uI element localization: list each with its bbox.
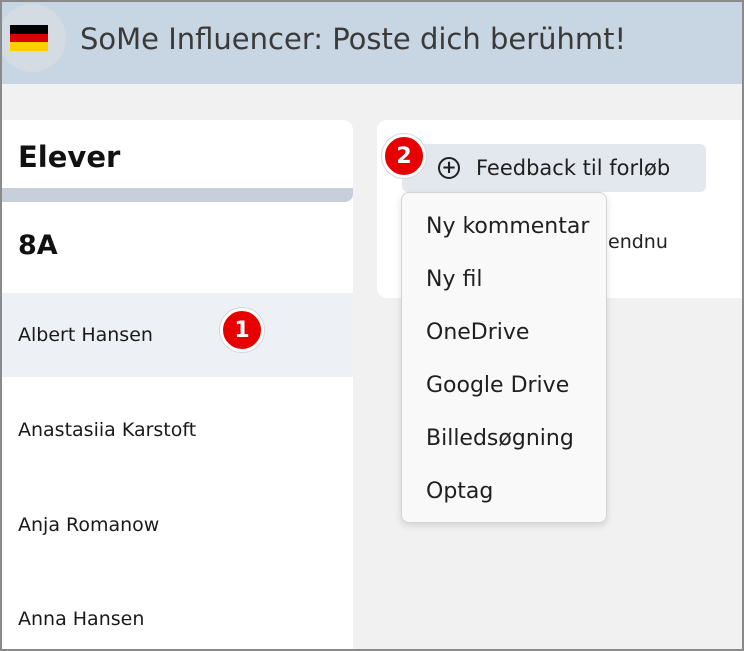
step-badge-1: 1 [220, 308, 264, 352]
plus-circle-icon: + [438, 157, 460, 179]
student-name: Anastasiia Karstoft [18, 419, 197, 441]
student-item-anna-hansen[interactable]: Anna Hansen [0, 577, 353, 651]
student-name: Albert Hansen [18, 324, 153, 346]
class-label: 8A [18, 230, 58, 261]
feedback-button-label: Feedback til forløb [476, 156, 671, 180]
student-name: Anja Romanow [18, 514, 160, 536]
language-flag-button[interactable] [0, 4, 66, 72]
menu-item-google-drive[interactable]: Google Drive [426, 373, 569, 398]
student-item-anastasiia-karstoft[interactable]: Anastasiia Karstoft [0, 388, 353, 472]
students-panel-title: Elever [18, 140, 121, 174]
step-badge-2: 2 [382, 134, 426, 178]
menu-item-record[interactable]: Optag [426, 479, 493, 504]
germany-flag-icon [10, 25, 48, 52]
feedback-course-button[interactable]: + Feedback til forløb [402, 144, 706, 192]
page-title: SoMe Influencer: Poste dich berühmt! [80, 22, 627, 56]
panel-divider [0, 188, 353, 202]
menu-item-onedrive[interactable]: OneDrive [426, 320, 529, 345]
student-item-anja-romanow[interactable]: Anja Romanow [0, 483, 353, 567]
students-panel: Elever 8A Albert Hansen Anastasiia Karst… [0, 120, 353, 651]
menu-item-image-search[interactable]: Billedsøgning [426, 426, 574, 451]
menu-item-new-file[interactable]: Ny fil [426, 267, 482, 292]
student-item-albert-hansen[interactable]: Albert Hansen [0, 293, 353, 377]
feedback-dropdown-menu: Ny kommentar Ny fil OneDrive Google Driv… [401, 192, 607, 523]
feedback-status-text: endnu [608, 231, 668, 253]
student-name: Anna Hansen [18, 608, 145, 630]
menu-item-new-comment[interactable]: Ny kommentar [426, 214, 589, 239]
app-header: SoMe Influencer: Poste dich berühmt! [0, 0, 744, 84]
